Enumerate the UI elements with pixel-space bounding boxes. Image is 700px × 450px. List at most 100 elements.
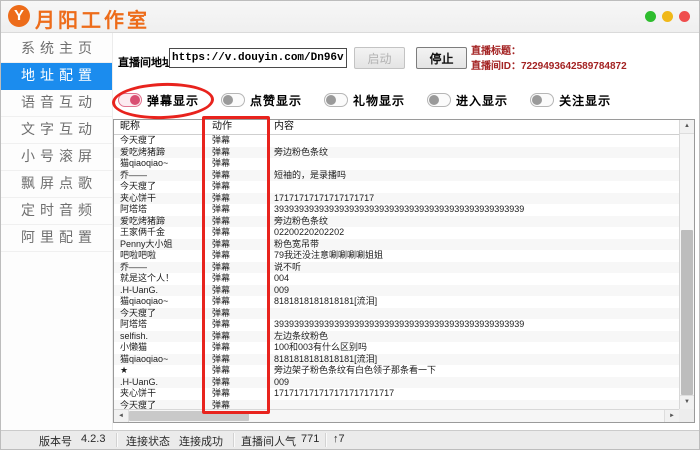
toggle-knob (326, 95, 336, 105)
nickname-cell: 乔—— (114, 170, 212, 182)
nickname-cell: 猫qiaoqiao~ (114, 158, 212, 170)
nickname-cell: 阿塔塔 (114, 319, 212, 331)
content-cell: 02200220202202 (274, 227, 679, 239)
table-row: 猫qiaoqiao~弹幕 (114, 158, 679, 170)
sidebar-item-5[interactable]: 小号滚屏 (1, 144, 112, 171)
table-row: 今天瘦了弹幕 (114, 135, 679, 147)
toggle-switch[interactable] (530, 93, 554, 107)
popularity-trend: ↑7 (333, 433, 345, 445)
room-address-input[interactable] (169, 48, 347, 68)
status-separator (325, 433, 327, 447)
action-cell: 弹幕 (212, 342, 274, 354)
content-cell: 左边条纹粉色 (274, 331, 679, 343)
status-separator (233, 433, 235, 447)
scroll-up-arrow-icon[interactable]: ▲ (680, 120, 694, 134)
nickname-cell: 今天瘦了 (114, 400, 212, 410)
nickname-cell: .H-UanG. (114, 377, 212, 389)
table-body: 今天瘦了弹幕爱吃烤猪蹄弹幕旁边粉色条纹猫qiaoqiao~弹幕乔——弹幕短袖的，… (114, 135, 679, 409)
nickname-cell: 爱吃烤猪蹄 (114, 216, 212, 228)
content-cell (274, 158, 679, 170)
content-cell: 短袖的，是录播吗 (274, 170, 679, 182)
table-row: 今天瘦了弹幕 (114, 400, 679, 410)
nickname-cell: ★ (114, 365, 212, 377)
content-cell: 009 (274, 377, 679, 389)
nickname-cell: 吧啦吧啦 (114, 250, 212, 262)
nickname-cell: 小懒猫 (114, 342, 212, 354)
content-cell: 3939393939393939393939393939393939393939… (274, 319, 679, 331)
table-row: 吧啦吧啦弹幕79我还没注意唰唰唰唰姐姐 (114, 250, 679, 262)
action-cell: 弹幕 (212, 377, 274, 389)
table-row: 爱吃烤猪蹄弹幕旁边粉色条纹 (114, 216, 679, 228)
content-cell (274, 400, 679, 410)
toggle-switch[interactable] (427, 93, 451, 107)
action-cell: 弹幕 (212, 250, 274, 262)
action-cell: 弹幕 (212, 308, 274, 320)
table-row: 猫qiaoqiao~弹幕8181818181818181[流泪] (114, 354, 679, 366)
action-cell: 弹幕 (212, 158, 274, 170)
nickname-cell: 乔—— (114, 262, 212, 274)
column-header-nickname: 昵称 (114, 120, 212, 134)
action-cell: 弹幕 (212, 273, 274, 285)
nickname-cell: 今天瘦了 (114, 135, 212, 147)
content-cell (274, 135, 679, 147)
sidebar-item-8[interactable]: 阿里配置 (1, 225, 112, 252)
action-cell: 弹幕 (212, 388, 274, 400)
vertical-scrollbar[interactable]: ▲ ▼ (679, 120, 694, 409)
content-cell: 17171717171717171717 (274, 193, 679, 205)
action-cell: 弹幕 (212, 227, 274, 239)
table-row: ★弹幕旁边架子粉色条纹有白色领子那条看一下 (114, 365, 679, 377)
window-dot-green-icon[interactable] (645, 11, 656, 22)
scroll-right-arrow-icon[interactable]: ► (664, 410, 679, 422)
nickname-cell: 今天瘦了 (114, 308, 212, 320)
sidebar-item-3[interactable]: 语音互动 (1, 90, 112, 117)
table-row: .H-UanG.弹幕009 (114, 377, 679, 389)
window-dot-red-icon[interactable] (679, 11, 690, 22)
scroll-down-arrow-icon[interactable]: ▼ (680, 395, 694, 409)
toggle-switch[interactable] (118, 93, 142, 107)
toggle-group-2: 点赞显示 (221, 92, 302, 109)
toggle-label: 关注显示 (559, 92, 611, 109)
sidebar-item-2[interactable]: 地址配置 (1, 63, 112, 90)
table-row: 今天瘦了弹幕 (114, 181, 679, 193)
action-cell: 弹幕 (212, 216, 274, 228)
version-label: 版本号 (39, 433, 72, 449)
window-dot-yellow-icon[interactable] (662, 11, 673, 22)
action-cell: 弹幕 (212, 400, 274, 410)
content-cell: 8181818181818181[流泪] (274, 354, 679, 366)
sidebar-item-1[interactable]: 系统主页 (1, 36, 112, 63)
content-cell (274, 308, 679, 320)
danmaku-log-table: 昵称 动作 内容 今天瘦了弹幕爱吃烤猪蹄弹幕旁边粉色条纹猫qiaoqiao~弹幕… (113, 119, 695, 423)
nickname-cell: 爱吃烤猪蹄 (114, 147, 212, 159)
table-row: 王家俩千金弹幕02200220202202 (114, 227, 679, 239)
content-cell: 004 (274, 273, 679, 285)
scroll-left-arrow-icon[interactable]: ◄ (114, 410, 129, 422)
sidebar: 系统主页地址配置语音互动文字互动小号滚屏飘屏点歌定时音频阿里配置 (1, 33, 113, 431)
stop-button[interactable]: 停止 (416, 47, 467, 69)
toggle-group-5: 关注显示 (530, 92, 611, 109)
nickname-cell: 夹心饼干 (114, 388, 212, 400)
start-button[interactable]: 启动 (354, 47, 405, 69)
toggle-switch[interactable] (324, 93, 348, 107)
vertical-scrollbar-thumb[interactable] (681, 230, 693, 395)
sidebar-item-7[interactable]: 定时音频 (1, 198, 112, 225)
table-row: 乔——弹幕说不听 (114, 262, 679, 274)
status-separator (116, 433, 118, 447)
action-cell: 弹幕 (212, 181, 274, 193)
action-cell: 弹幕 (212, 239, 274, 251)
action-cell: 弹幕 (212, 135, 274, 147)
popularity-value: 771 (301, 433, 319, 445)
sidebar-item-4[interactable]: 文字互动 (1, 117, 112, 144)
sidebar-item-6[interactable]: 飘屏点歌 (1, 171, 112, 198)
action-cell: 弹幕 (212, 170, 274, 182)
nickname-cell: .H-UanG. (114, 285, 212, 297)
app-window: { "window": { "title": "月阳工作室", "logo_le… (0, 0, 700, 450)
nickname-cell: 猫qiaoqiao~ (114, 354, 212, 366)
table-row: 爱吃烤猪蹄弹幕旁边粉色条纹 (114, 147, 679, 159)
toggle-switch[interactable] (221, 93, 245, 107)
column-header-content: 内容 (274, 120, 679, 134)
horizontal-scrollbar[interactable]: ◄ ► (114, 409, 679, 422)
horizontal-scrollbar-thumb[interactable] (129, 411, 249, 421)
action-cell: 弹幕 (212, 204, 274, 216)
table-row: 乔——弹幕短袖的，是录播吗 (114, 170, 679, 182)
room-id-label: 直播间ID： (471, 61, 521, 72)
